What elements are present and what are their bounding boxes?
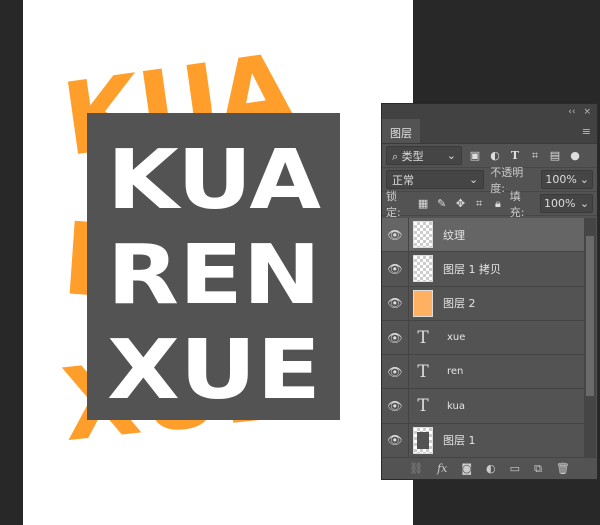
text-filter-icon[interactable]: T [508, 149, 522, 162]
smart-object-filter-icon[interactable]: ▤ [548, 149, 562, 162]
lock-paint-brush-icon[interactable]: ✎ [435, 197, 449, 210]
collapse-icon[interactable]: ‹‹ [568, 107, 575, 117]
panel-menu-icon[interactable]: ≡ [576, 119, 597, 143]
chevron-down-icon[interactable]: ⌄ [580, 173, 589, 186]
eye-icon[interactable]: 👁︎ [382, 423, 409, 458]
fill-input[interactable]: 100% ⌄ [539, 194, 594, 213]
tab-layers[interactable]: 图层 [382, 119, 420, 143]
title-line-ren: REN [107, 228, 321, 323]
layer-row-texture[interactable]: 👁︎ 纹理 [382, 218, 585, 253]
add-mask-icon[interactable]: ◙ [461, 462, 472, 475]
layer-row-layer1[interactable]: 👁︎ 图层 1 [382, 423, 585, 459]
filter-type-select[interactable]: ⌕ 类型 ⌄ [386, 146, 462, 165]
text-layer-icon: T [417, 396, 429, 417]
lock-label: 锁定: [386, 189, 401, 219]
layer-scrollbar[interactable] [584, 218, 596, 457]
eye-icon[interactable]: 👁︎ [382, 320, 409, 355]
title-line-xue: XUE [107, 323, 321, 418]
shape-filter-icon[interactable]: ⌗ [528, 149, 542, 163]
layer-row-layer1-copy[interactable]: 👁︎ 图层 1 拷贝 [382, 252, 585, 287]
blend-mode-select[interactable]: 正常 ⌄ [386, 170, 485, 189]
opacity-input[interactable]: 100% ⌄ [541, 170, 593, 189]
layer-row-xue[interactable]: 👁︎ Txue [382, 320, 585, 356]
title-line-kua: KUA [107, 133, 322, 228]
eye-icon[interactable]: 👁︎ [382, 252, 409, 286]
fx-icon[interactable]: fx [437, 462, 447, 475]
scrollbar-thumb[interactable] [586, 236, 594, 396]
chevron-down-icon: ⌄ [469, 173, 479, 186]
layer-name: 纹理 [443, 228, 465, 242]
artwork: KUA REN XUE KUA REN XUE [56, 31, 340, 464]
image-filter-icon[interactable]: ▣ [468, 149, 482, 162]
document-canvas[interactable]: KUA REN XUE KUA REN XUE [23, 0, 413, 525]
layer-row-layer2[interactable]: 👁︎ 图层 2 [382, 286, 585, 321]
text-layer-icon: T [417, 327, 429, 348]
filter-type-label: 类型 [401, 149, 424, 163]
eye-icon[interactable]: 👁︎ [382, 389, 409, 423]
text-layer-icon: T [417, 361, 429, 382]
chevron-down-icon: ⌄ [446, 149, 456, 162]
layers-panel: ‹‹ × 图层 ≡ ⌕ 类型 ⌄ ▣ ◐ T ⌗ ▤ ● 正常 ⌄ 不透明度: 10… [381, 103, 598, 480]
layer-row-kua[interactable]: 👁︎ Tkua [382, 389, 585, 424]
close-icon[interactable]: × [583, 107, 591, 117]
opacity-value: 100% [545, 173, 577, 186]
search-icon: ⌕ [392, 149, 399, 163]
layer-thumbnail [413, 255, 433, 283]
layer-thumbnail [413, 289, 433, 317]
new-layer-icon[interactable]: ⧉ [534, 462, 542, 476]
filter-toggle-icon[interactable]: ● [568, 149, 582, 162]
layer-row-ren[interactable]: 👁︎ Tren [382, 355, 585, 390]
layer-name: 图层 1 拷贝 [443, 262, 501, 276]
layer-list: 👁︎ 纹理 👁︎ 图层 1 拷贝 👁︎ 图层 2 👁︎ Txue 👁︎ Tren 👁︎ Tk… [382, 218, 585, 459]
fill-value: 100% [543, 197, 576, 210]
adjustment-layer-icon[interactable]: ◐ [486, 462, 496, 475]
eye-icon[interactable]: 👁︎ [382, 286, 409, 320]
lock-artboard-icon[interactable]: ⌗ [472, 197, 486, 211]
blend-mode-value: 正常 [392, 173, 414, 187]
eye-icon[interactable]: 👁︎ [382, 355, 409, 389]
layer-name: 图层 2 [443, 297, 476, 311]
layer-name: kua [447, 400, 465, 412]
layer-name: 图层 1 [443, 434, 476, 448]
link-layers-icon[interactable]: ⛓ [409, 462, 423, 475]
lock-move-icon[interactable]: ✥ [454, 197, 468, 210]
lock-transparent-icon[interactable]: ▦ [416, 197, 430, 210]
chevron-down-icon[interactable]: ⌄ [580, 197, 589, 210]
eye-icon[interactable]: 👁︎ [382, 218, 409, 252]
fill-label: 填充: [509, 189, 525, 219]
layer-name: ren [447, 366, 464, 378]
adjustment-filter-icon[interactable]: ◐ [488, 149, 502, 162]
layer-thumbnail [413, 221, 433, 249]
layer-name: xue [447, 332, 466, 344]
trash-icon[interactable]: 🗑︎ [556, 462, 570, 475]
new-group-folder-icon[interactable]: ▭ [510, 462, 520, 475]
layer-thumbnail [413, 426, 433, 454]
lock-all-icon[interactable]: 🔒︎ [491, 197, 505, 211]
